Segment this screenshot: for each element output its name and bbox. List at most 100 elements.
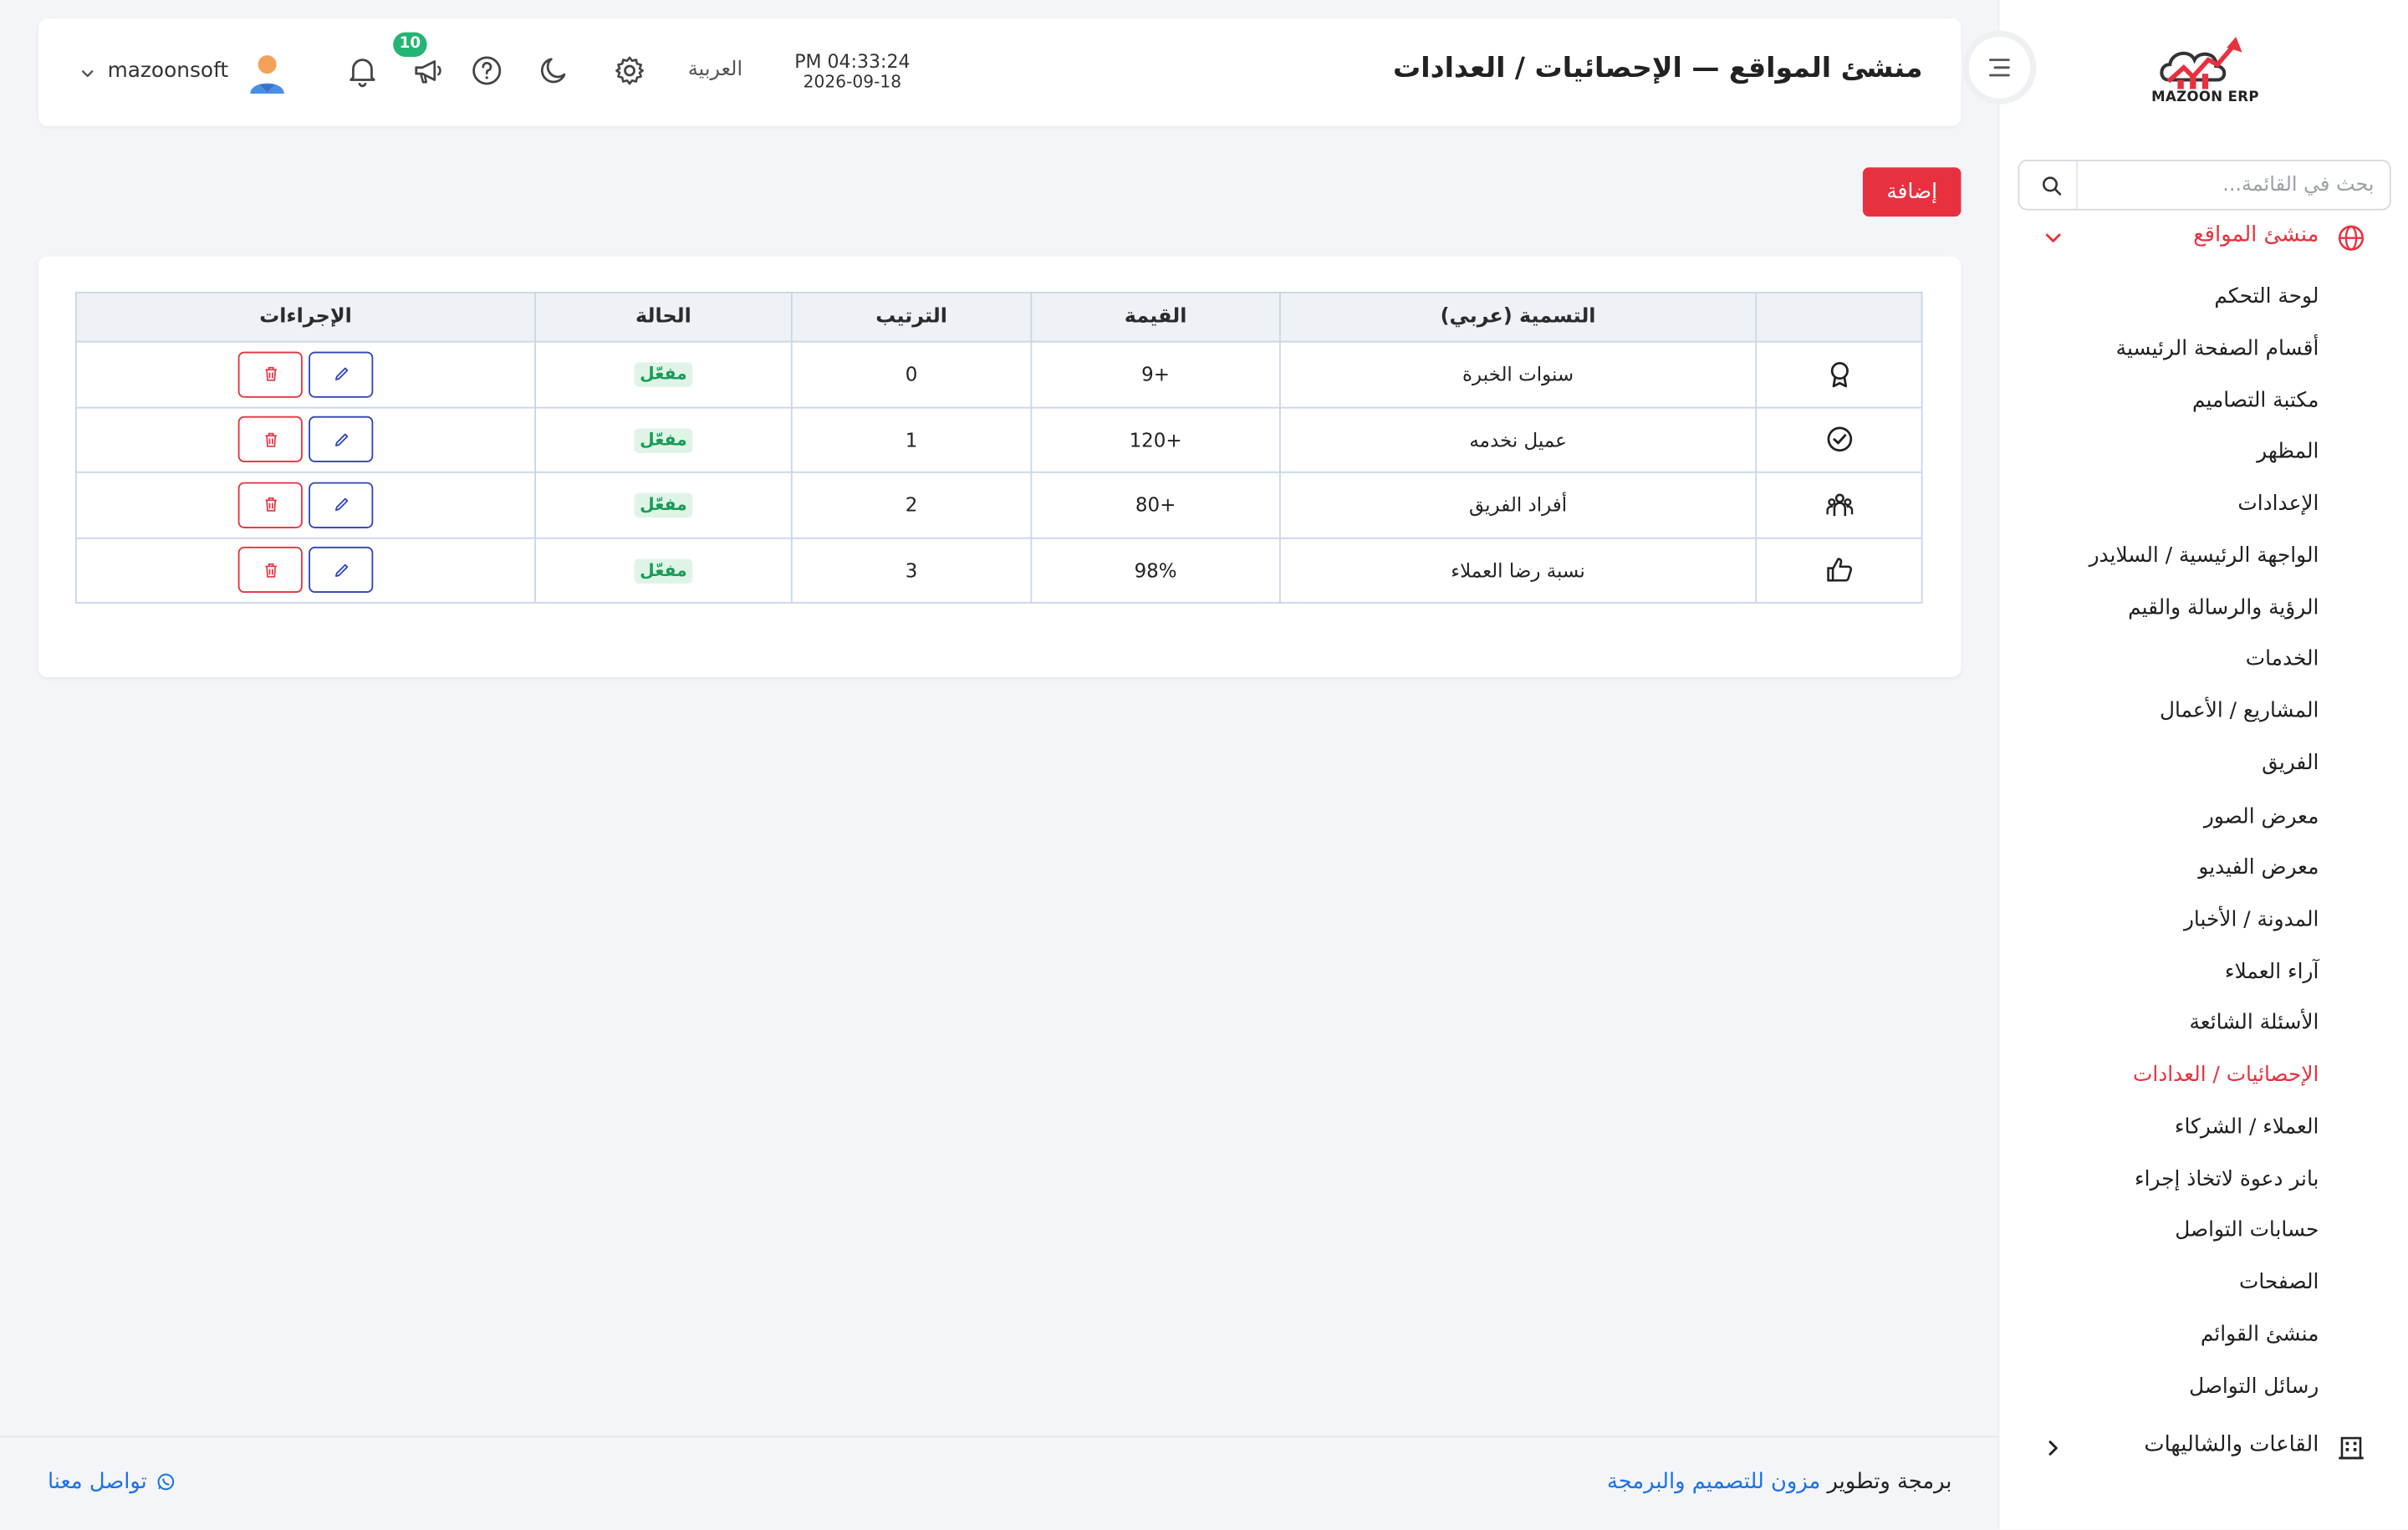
menu-icon [1988, 59, 2010, 77]
globe-icon [2338, 225, 2365, 251]
column-header-icon [1755, 291, 1923, 343]
row-icon-cell [1755, 471, 1923, 538]
sidebar-item[interactable]: حسابات التواصل [2175, 1218, 2319, 1242]
check-circle-icon [1826, 426, 1852, 452]
row-actions [74, 471, 537, 538]
delete-button[interactable] [237, 351, 303, 398]
add-button[interactable]: إضافة [1862, 167, 1962, 217]
row-value: 98% [1030, 536, 1281, 604]
trash-icon [264, 432, 276, 447]
settings-button[interactable] [613, 54, 646, 87]
sidebar-search-input[interactable] [2082, 161, 2375, 209]
user-avatar[interactable] [247, 52, 288, 94]
sidebar-item[interactable]: الفريق [2262, 751, 2319, 775]
sidebar-item[interactable]: المشاريع / الأعمال [2160, 699, 2319, 723]
sidebar-item[interactable]: مكتبة التصاميم [2192, 389, 2319, 413]
page-title: منشئ المواقع — الإحصائيات / العدادات [1393, 52, 1923, 85]
nav-group-halls[interactable]: القاعات والشاليهات [1999, 1430, 2408, 1466]
pencil-icon [334, 368, 348, 381]
row-icon-cell [1755, 340, 1923, 408]
row-value: +80 [1030, 471, 1281, 538]
pencil-icon [334, 433, 348, 446]
notifications-button[interactable] [345, 54, 379, 88]
row-status-cell: مفعّل [534, 536, 793, 604]
stats-card: التسمية (عربي) القيمة الترتيب الحالة الإ… [38, 256, 1962, 677]
table-row: سنوات الخبرة +9 0 مفعّل [74, 340, 1923, 408]
dark-mode-toggle[interactable] [538, 54, 571, 87]
delete-button[interactable] [237, 547, 303, 594]
sidebar-item[interactable]: معرض الصور [2204, 804, 2319, 829]
row-status-cell: مفعّل [534, 471, 793, 538]
sidebar-toggle-button[interactable] [1962, 30, 2037, 105]
sidebar-item[interactable]: أقسام الصفحة الرئيسية [2116, 336, 2319, 360]
row-actions-group [77, 416, 534, 463]
table-header-row: التسمية (عربي) القيمة الترتيب الحالة الإ… [74, 291, 1923, 343]
row-label: نسبة رضا العملاء [1278, 536, 1758, 604]
help-button[interactable] [470, 54, 503, 87]
chevron-down-icon [2045, 233, 2061, 242]
column-header-value: القيمة [1030, 291, 1281, 343]
row-status-cell: مفعّل [534, 340, 793, 408]
column-header-label: التسمية (عربي) [1278, 291, 1758, 343]
pencil-icon [334, 564, 348, 577]
sidebar-item[interactable]: الخدمات [2246, 646, 2319, 671]
sidebar-item[interactable]: الرؤية والرسالة والقيم [2128, 596, 2319, 620]
row-actions [74, 536, 537, 604]
sidebar: MAZOON ERP منشئ المواقع لوحة التحكم أقس [1997, 0, 2408, 1530]
row-order: 1 [790, 405, 1033, 473]
contact-us-link[interactable]: تواصل معنا [48, 1470, 175, 1494]
nav-group-label: منشئ المواقع [2193, 222, 2319, 247]
edit-button[interactable] [309, 482, 374, 528]
delete-button[interactable] [237, 482, 303, 528]
column-header-order: الترتيب [790, 291, 1033, 343]
row-actions-group [77, 351, 534, 398]
announcements-button[interactable] [411, 54, 445, 87]
help-circle-icon [472, 56, 502, 85]
sidebar-item[interactable]: المظهر [2257, 439, 2319, 463]
username[interactable]: mazoonsoft [108, 59, 229, 83]
sidebar-item[interactable]: بانر دعوة لاتخاذ إجراء [2135, 1167, 2319, 1191]
building-icon [2339, 1436, 2364, 1460]
table-row: عميل نخدمه +120 1 مفعّل [74, 405, 1923, 473]
sidebar-item[interactable]: الصفحات [2239, 1270, 2319, 1294]
row-order: 0 [790, 340, 1033, 408]
table-row: نسبة رضا العملاء 98% 3 مفعّل [74, 536, 1923, 604]
edit-button[interactable] [309, 416, 374, 463]
nav-group-label: القاعات والشاليهات [2144, 1432, 2319, 1458]
sidebar-item-active[interactable]: الإحصائيات / العدادات [2133, 1063, 2319, 1087]
sidebar-item[interactable]: معرض الفيديو [2198, 855, 2319, 880]
column-header-status: الحالة [534, 291, 793, 343]
announcement-count-badge: 10 [393, 32, 427, 57]
sidebar-item[interactable]: المدونة / الأخبار [2184, 907, 2319, 931]
search-divider [2076, 161, 2079, 209]
edit-button[interactable] [309, 547, 374, 594]
row-label: سنوات الخبرة [1278, 340, 1758, 408]
top-header: منشئ المواقع — الإحصائيات / العدادات PM … [38, 18, 1962, 126]
pencil-icon [334, 498, 348, 512]
brand-logo[interactable]: MAZOON ERP [2147, 33, 2264, 114]
sidebar-item[interactable]: آراء العملاء [2225, 960, 2319, 984]
sidebar-search[interactable] [2018, 160, 2391, 211]
sidebar-item[interactable]: الواجهة الرئيسية / السلايدر [2089, 543, 2319, 568]
chevron-down-icon[interactable] [80, 66, 95, 81]
sidebar-item[interactable]: الإعدادات [2237, 492, 2319, 516]
credit-company-link[interactable]: مزون للتصميم والبرمجة [1607, 1470, 1820, 1494]
trash-icon [264, 497, 276, 513]
status-badge: مفعّل [633, 493, 694, 518]
language-switcher[interactable]: العربية [688, 59, 742, 82]
delete-button[interactable] [237, 416, 303, 463]
row-order: 2 [790, 471, 1033, 538]
sidebar-item[interactable]: رسائل التواصل [2189, 1374, 2319, 1399]
nav-group-site-builder[interactable]: منشئ المواقع [1999, 220, 2408, 257]
sidebar-item[interactable]: الأسئلة الشائعة [2189, 1011, 2319, 1035]
sidebar-toggle-inner [1968, 37, 2031, 99]
edit-button[interactable] [309, 351, 374, 398]
sidebar-item[interactable]: العملاء / الشركاء [2175, 1114, 2319, 1139]
column-header-actions: الإجراءات [74, 291, 537, 343]
row-label: عميل نخدمه [1278, 405, 1758, 473]
sidebar-item[interactable]: لوحة التحكم [2214, 284, 2319, 309]
sidebar-item[interactable]: منشئ القوائم [2201, 1322, 2319, 1346]
row-actions [74, 340, 537, 408]
search-icon[interactable] [2041, 175, 2063, 196]
trash-icon [264, 367, 276, 382]
